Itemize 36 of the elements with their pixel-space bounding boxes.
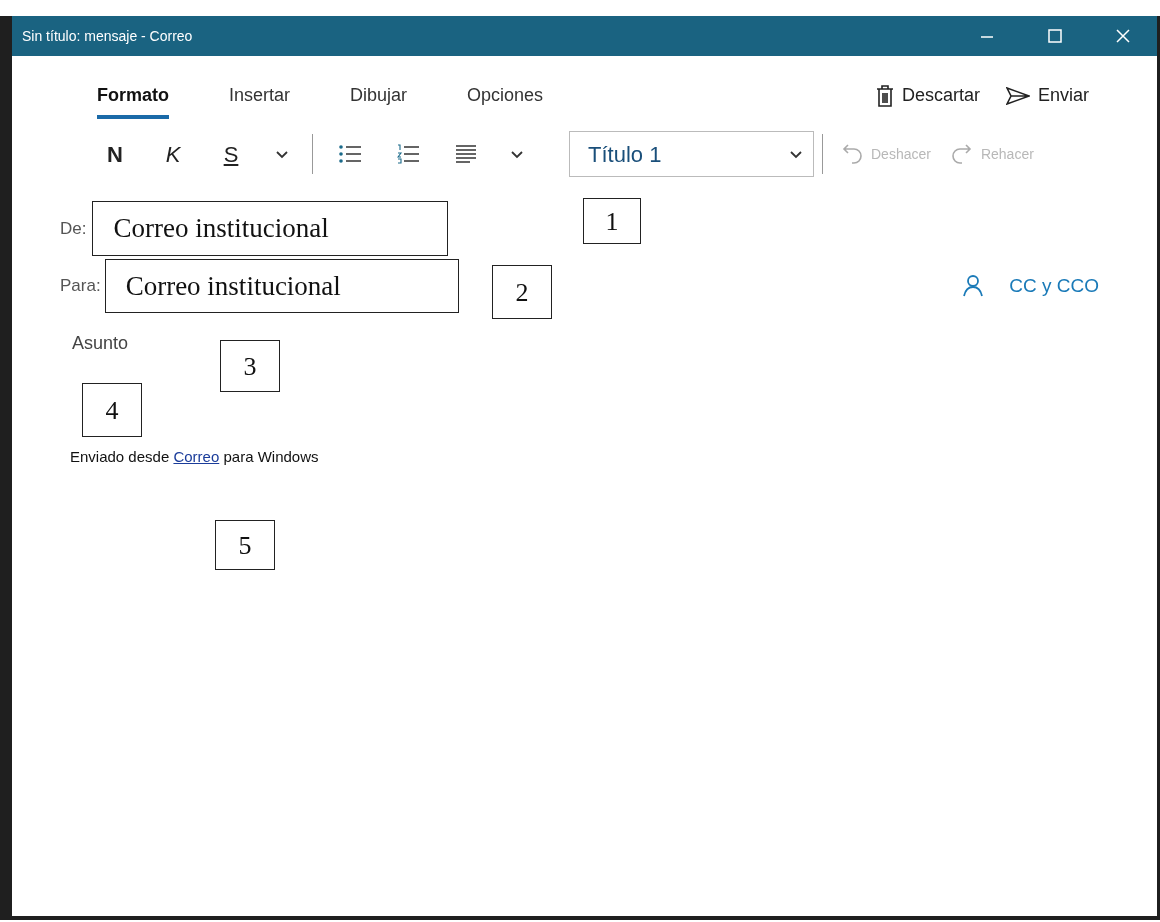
signature-text: Enviado desde Correo para Windows [70, 447, 320, 467]
tab[interactable]: Insertar [229, 82, 291, 119]
action-button[interactable]: Descartar [875, 82, 980, 119]
tab[interactable]: Formato [97, 82, 169, 119]
tab[interactable]: Opciones [467, 82, 544, 119]
mail-link[interactable]: Correo [173, 448, 220, 465]
send-icon [1005, 86, 1030, 105]
undo-icon [841, 142, 863, 166]
action-button[interactable]: Enviar [1005, 82, 1089, 119]
callout-number: 4 [82, 383, 142, 437]
redo-icon [950, 142, 973, 166]
tab[interactable]: Dibujar [350, 82, 408, 119]
window-title: Sin título: mensaje - Correo [22, 26, 194, 46]
trash-icon [875, 84, 894, 107]
format-button[interactable]: N [86, 137, 144, 171]
chevron-down-icon [789, 149, 803, 159]
callout-number: 1 [583, 198, 641, 244]
chevron-down-icon[interactable] [275, 149, 289, 159]
person-icon[interactable] [963, 274, 984, 297]
bullet-list-icon[interactable] [338, 144, 362, 164]
chevron-down-icon[interactable] [510, 149, 524, 159]
to-label: Para: [60, 275, 101, 297]
callout-number: 5 [215, 520, 275, 570]
align-justify-icon[interactable] [454, 144, 478, 164]
to-field[interactable]: Correo institucional [104, 258, 459, 313]
close-icon[interactable] [1114, 29, 1132, 43]
cc-bcc-link[interactable]: CC y CCO [1009, 271, 1099, 300]
from-label: De: [60, 217, 87, 240]
callout-number: 3 [220, 340, 280, 392]
format-button[interactable]: S [202, 137, 260, 171]
format-button[interactable]: K [144, 137, 202, 171]
style-dropdown[interactable]: Título 1 [569, 131, 814, 177]
from-field[interactable]: Correo institucional [92, 201, 449, 256]
maximize-icon[interactable] [1046, 29, 1064, 43]
numbered-list-icon[interactable] [396, 144, 420, 164]
callout-number: 2 [492, 265, 552, 319]
